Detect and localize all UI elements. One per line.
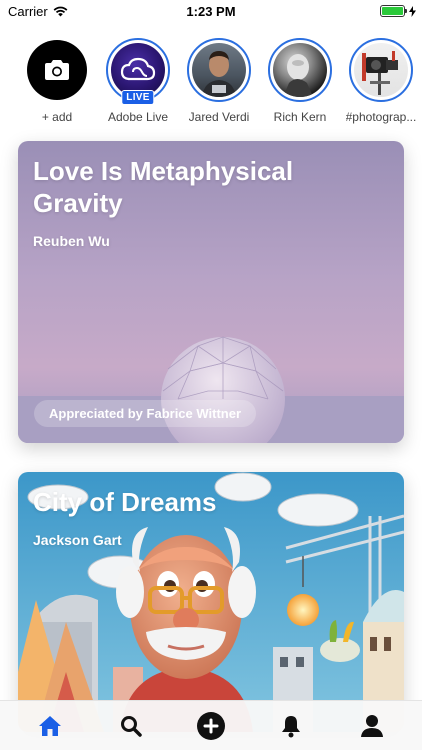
status-left: Carrier xyxy=(8,4,68,19)
creative-cloud-icon xyxy=(120,57,156,81)
avatar xyxy=(192,43,246,97)
carrier-label: Carrier xyxy=(8,3,48,19)
card-title: Love Is Metaphysical Gravity xyxy=(33,156,294,218)
card-author[interactable]: Jackson Gart xyxy=(33,524,314,556)
stories-row: + add LIVE Adobe Live Jared Verdi Rich K… xyxy=(0,38,422,128)
story-ring xyxy=(187,38,251,102)
camera-icon xyxy=(45,60,69,80)
story-ring xyxy=(268,38,332,102)
search-icon xyxy=(120,715,142,737)
live-badge: LIVE xyxy=(121,90,155,105)
story-label: #photograp... xyxy=(345,110,417,124)
tab-create[interactable] xyxy=(189,704,233,748)
avatar xyxy=(354,43,408,97)
home-icon xyxy=(39,715,62,736)
charging-icon xyxy=(409,5,416,17)
card-title-block: Love Is Metaphysical Gravity Reuben Wu xyxy=(33,155,314,257)
avatar xyxy=(273,43,327,97)
story-adobe-live[interactable]: LIVE Adobe Live xyxy=(97,38,179,128)
bell-icon xyxy=(282,715,301,737)
add-story-button[interactable] xyxy=(27,40,87,100)
story-label: Rich Kern xyxy=(273,110,327,124)
status-bar: Carrier 1:23 PM xyxy=(0,0,422,22)
story-label: + add xyxy=(41,110,73,124)
story-photography[interactable]: #photograp... xyxy=(340,38,422,128)
story-label: Jared Verdi xyxy=(188,110,250,124)
camera-rig-photo-icon xyxy=(362,51,398,95)
tab-home[interactable] xyxy=(28,704,72,748)
person-photo-icon xyxy=(283,54,313,97)
appreciated-badge[interactable]: Appreciated by Fabrice Wittner xyxy=(34,400,257,427)
project-card[interactable]: City of Dreams Jackson Gart xyxy=(18,472,404,732)
card-author[interactable]: Reuben Wu xyxy=(33,225,314,257)
person-photo-icon xyxy=(202,51,236,97)
tab-search[interactable] xyxy=(109,704,153,748)
story-ring: LIVE xyxy=(106,38,170,105)
project-card[interactable]: Love Is Metaphysical Gravity Reuben Wu A… xyxy=(18,141,404,443)
status-right xyxy=(380,5,416,17)
story-rich-kern[interactable]: Rich Kern xyxy=(259,38,341,128)
story-ring xyxy=(349,38,413,102)
tab-profile[interactable] xyxy=(350,704,394,748)
battery-icon xyxy=(380,5,407,17)
card-title: City of Dreams xyxy=(33,487,217,517)
avatar xyxy=(111,43,165,97)
card-title-block: City of Dreams Jackson Gart xyxy=(33,486,314,556)
story-add[interactable]: + add xyxy=(16,38,98,128)
tab-notifications[interactable] xyxy=(269,704,313,748)
story-jared-verdi[interactable]: Jared Verdi xyxy=(178,38,260,128)
plus-icon xyxy=(196,711,225,740)
story-label: Adobe Live xyxy=(107,110,169,124)
battery-fill xyxy=(382,7,403,15)
wifi-icon xyxy=(53,6,68,16)
tab-bar xyxy=(0,700,422,750)
profile-icon xyxy=(360,714,383,737)
story-ring xyxy=(25,38,89,102)
